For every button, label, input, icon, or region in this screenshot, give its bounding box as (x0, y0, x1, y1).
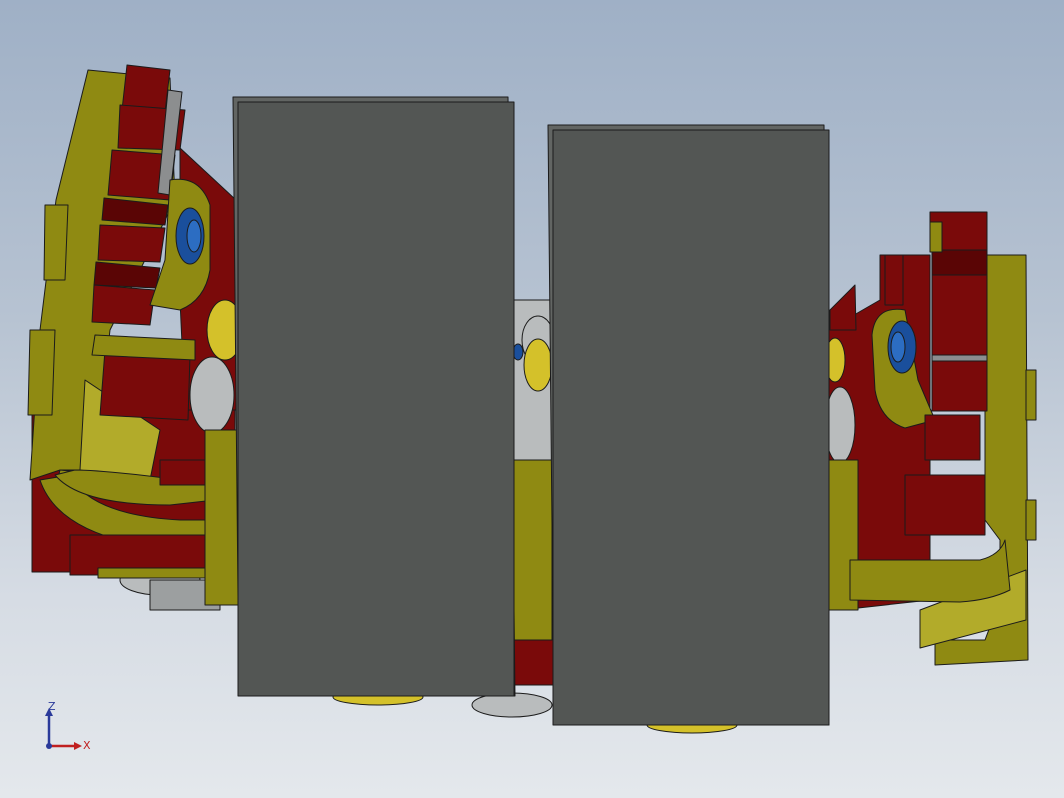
left-red-block-5 (97, 224, 166, 263)
left-yellow-frame-tab-2 (27, 329, 56, 416)
right-gripper-assembly[interactable] (824, 211, 1037, 666)
left-red-block-7 (91, 284, 156, 326)
center-yellow-block (511, 459, 553, 641)
z-axis-label: Z (48, 700, 56, 713)
right-yellow-bar (929, 221, 943, 253)
graphics-viewport[interactable]: Z X (0, 0, 1064, 798)
triad-origin (46, 743, 52, 749)
right-red-block-1 (931, 249, 988, 276)
x-axis-label: X (83, 739, 91, 752)
right-red-block-2 (931, 274, 988, 356)
center-yellow-roller (523, 338, 553, 392)
left-yellow-bar (91, 334, 196, 361)
right-red-block-5 (904, 474, 986, 536)
right-red-fin (829, 284, 857, 331)
left-yellow-strip (97, 567, 214, 579)
center-red-block (509, 639, 556, 686)
left-roller-2 (189, 356, 235, 434)
right-wheel-front-face (552, 129, 830, 726)
right-blue-bolt-head (890, 331, 906, 363)
center-roller-bottom (471, 692, 553, 718)
left-gripper-assembly[interactable] (27, 64, 244, 611)
x-axis-arrow (74, 742, 82, 750)
right-red-block-3 (931, 360, 988, 412)
left-yellow-frame-tab-1 (43, 204, 69, 281)
left-red-block-8 (99, 349, 191, 421)
right-red-block-4 (924, 414, 981, 461)
left-red-block-1 (121, 64, 171, 113)
right-wheel[interactable] (547, 124, 830, 726)
left-red-block-6 (93, 261, 161, 289)
cad-model-scene[interactable] (0, 0, 1064, 798)
coordinate-axes-icon: Z X (45, 700, 91, 752)
left-wheel[interactable] (232, 96, 516, 697)
right-yellow-plate-top (884, 254, 904, 306)
left-yellow-side-block (204, 429, 241, 606)
right-yellow-frame-tab-1 (1025, 369, 1037, 421)
left-wheel-front-face (237, 101, 515, 697)
left-blue-bolt-head (186, 219, 202, 253)
right-gray-rail (931, 354, 988, 362)
right-yellow-frame-tab-2 (1025, 499, 1037, 541)
